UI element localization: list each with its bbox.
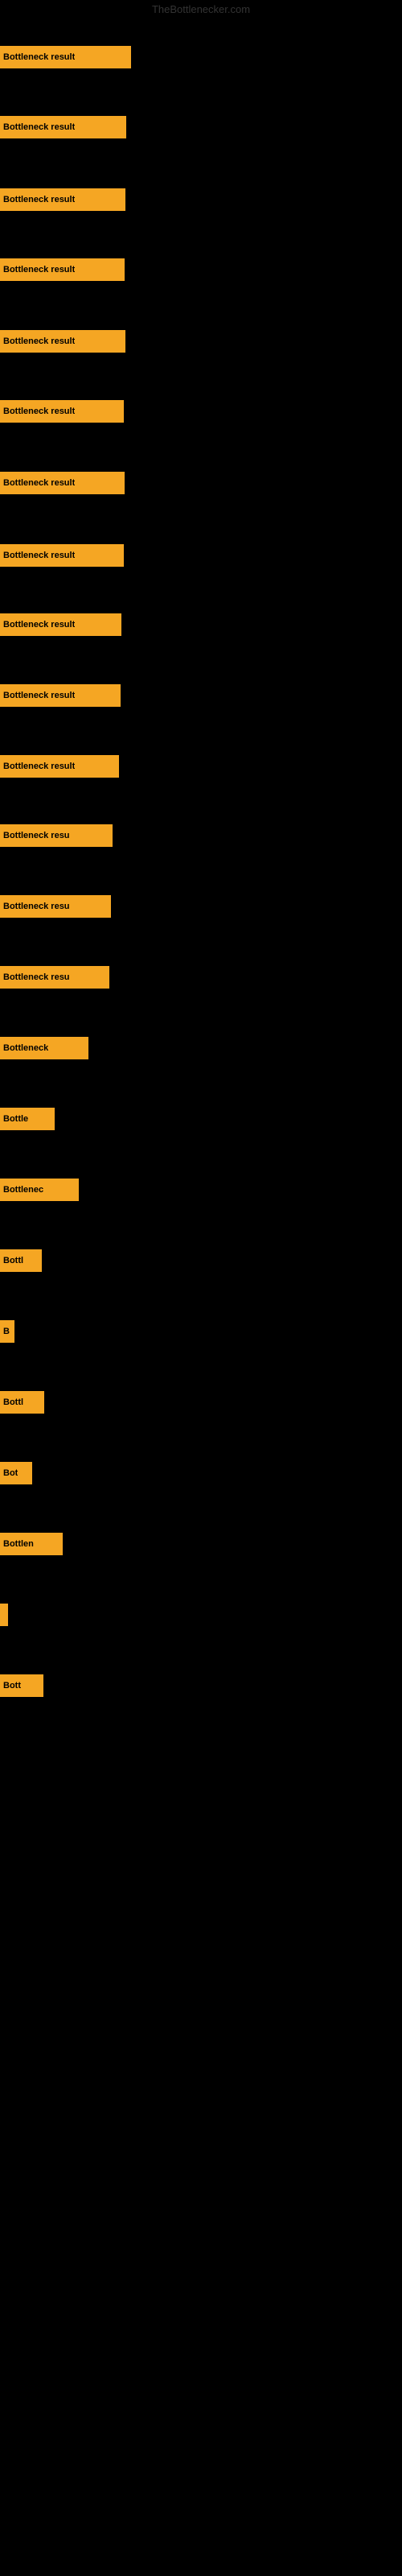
bottleneck-bar-label: Bottlenec [3,1185,43,1195]
bottleneck-bar-label: Bottleneck result [3,265,75,275]
bottleneck-bar: Bottlenec [0,1179,79,1201]
bottleneck-bar-label: Bot [3,1468,18,1478]
bottleneck-bar-label: Bottleneck result [3,478,75,488]
bottleneck-bar: Bottleneck resu [0,895,111,918]
bottleneck-bar-label: Bottleneck result [3,336,75,346]
bottleneck-bar: B [0,1320,14,1343]
bottleneck-bar-label: Bottleneck result [3,407,75,416]
bottleneck-bar: Bottleneck result [0,330,125,353]
bottleneck-bar: Bottlen [0,1533,63,1555]
bottleneck-bar: Bottleneck result [0,684,121,707]
bottleneck-bar: Bottleneck [0,1037,88,1059]
bottleneck-bar: Bottleneck result [0,544,124,567]
bottleneck-bar-label: Bottleneck [3,1043,48,1053]
bottleneck-bar: Bottl [0,1391,44,1414]
bottleneck-bar-label: Bottlen [3,1539,34,1549]
bottleneck-bar-label: Bott [3,1681,21,1690]
bottleneck-bar: Bottl [0,1249,42,1272]
bottleneck-bar: Bottleneck result [0,400,124,423]
bottleneck-bar [0,1604,8,1626]
bottleneck-bar-label: Bottleneck result [3,195,75,204]
bottleneck-bar-label: Bottleneck result [3,620,75,630]
bottleneck-bar-label: Bottleneck result [3,691,75,700]
bottleneck-bar: Bottleneck result [0,188,125,211]
bottleneck-bar-label: Bottl [3,1256,23,1265]
bottleneck-bar: Bottleneck resu [0,966,109,989]
bottleneck-bar: Bottleneck resu [0,824,113,847]
bottleneck-bar-label: Bottl [3,1397,23,1407]
bottleneck-bar-label: Bottleneck result [3,551,75,560]
bottleneck-bar-label: Bottleneck result [3,762,75,771]
bottleneck-bar-label: Bottleneck result [3,52,75,62]
site-title: TheBottlenecker.com [0,3,402,15]
bottleneck-bar: Bot [0,1462,32,1484]
bottleneck-bar-label: Bottleneck result [3,122,75,132]
bottleneck-bar: Bottleneck result [0,755,119,778]
bottleneck-bar: Bottleneck result [0,46,131,68]
bottleneck-bar-label: B [3,1327,10,1336]
bottleneck-bar-label: Bottleneck resu [3,972,70,982]
bottleneck-bar-label: Bottleneck resu [3,902,70,911]
bottleneck-bar: Bottleneck result [0,258,125,281]
bottleneck-bar: Bott [0,1674,43,1697]
bottleneck-bar-label: Bottleneck resu [3,831,70,840]
bottleneck-bar: Bottleneck result [0,613,121,636]
bottleneck-bar: Bottle [0,1108,55,1130]
bottleneck-bar: Bottleneck result [0,116,126,138]
bottleneck-bar-label: Bottle [3,1114,28,1124]
bottleneck-bar: Bottleneck result [0,472,125,494]
